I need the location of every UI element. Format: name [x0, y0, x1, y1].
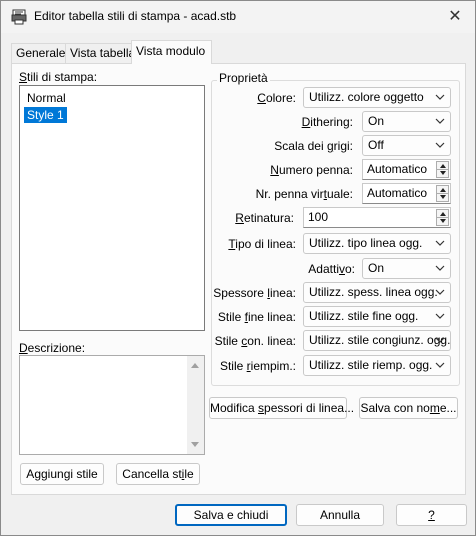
scroll-down-arrow-icon[interactable]	[191, 442, 199, 447]
lineweight-label: Spessore linea:	[213, 286, 296, 300]
properties-group-title: Proprietà	[217, 71, 270, 85]
tab-vista-modulo[interactable]: Vista modulo	[131, 40, 212, 64]
help-button[interactable]: ?	[396, 504, 467, 526]
chevron-down-icon	[435, 240, 445, 246]
color-dropdown[interactable]: Utilizz. colore oggetto	[303, 87, 451, 108]
pen-number-value: Automatico	[367, 162, 428, 176]
scroll-up-arrow-icon[interactable]	[191, 363, 199, 368]
screening-value: 100	[308, 210, 329, 224]
spin-up-icon[interactable]	[440, 164, 446, 168]
line-join-dropdown[interactable]: Utilizz. stile congiunz. ogg.	[303, 330, 451, 351]
tab-generale[interactable]: Generale	[11, 43, 66, 63]
chevron-down-icon	[435, 265, 445, 271]
linetype-label: Tipo di linea:	[228, 237, 296, 251]
spin-down-icon[interactable]	[440, 171, 446, 175]
adaptive-value: On	[368, 261, 385, 275]
spin-buttons[interactable]	[436, 161, 449, 178]
color-value: Utilizz. colore oggetto	[309, 90, 424, 104]
plot-styles-list[interactable]: Normal Style 1	[19, 85, 205, 331]
lineweight-value: Utilizz. spess. linea ogg.	[309, 285, 438, 299]
chevron-down-icon	[435, 118, 445, 124]
spin-buttons[interactable]	[436, 185, 449, 202]
fill-style-label: Stile riempim.:	[219, 359, 296, 373]
chevron-down-icon	[435, 362, 445, 368]
grayscale-value: Off	[368, 138, 384, 152]
save-and-close-button[interactable]: Salva e chiudi	[175, 504, 287, 526]
lineweight-dropdown[interactable]: Utilizz. spess. linea ogg.	[303, 282, 451, 303]
line-end-value: Utilizz. stile fine ogg.	[309, 309, 419, 323]
edit-lineweights-button[interactable]: Modifica spessori di linea...	[209, 397, 354, 419]
plot-styles-label: Stili di stampa:	[19, 70, 98, 84]
plot-style-table-editor-window: Editor tabella stili di stampa - acad.st…	[0, 0, 476, 536]
virtual-pen-value: Automatico	[367, 186, 428, 200]
chevron-down-icon	[435, 94, 445, 100]
spin-buttons[interactable]	[436, 209, 449, 226]
grayscale-label: Scala dei grigi:	[274, 139, 353, 153]
virtual-pen-label: Nr. penna virtuale:	[255, 187, 353, 201]
tab-vista-tabella[interactable]: Vista tabella	[65, 43, 135, 63]
fill-style-dropdown[interactable]: Utilizz. stile riemp. ogg.	[303, 355, 451, 376]
chevron-down-icon	[435, 142, 445, 148]
virtual-pen-spinner[interactable]: Automatico	[362, 183, 451, 204]
dithering-dropdown[interactable]: On	[362, 111, 451, 132]
add-style-button[interactable]: Aggiungi stile	[20, 463, 104, 485]
pen-number-spinner[interactable]: Automatico	[362, 159, 451, 180]
delete-style-button[interactable]: Cancella stile	[116, 463, 200, 485]
save-as-button[interactable]: Salva con nome...	[359, 397, 458, 419]
fill-style-value: Utilizz. stile riemp. ogg.	[309, 358, 433, 372]
description-textarea[interactable]	[19, 355, 205, 455]
description-label: Descrizione:	[19, 341, 86, 355]
chevron-down-icon	[435, 289, 445, 295]
line-end-dropdown[interactable]: Utilizz. stile fine ogg.	[303, 306, 451, 327]
adaptive-label: Adattivo:	[308, 262, 355, 276]
grayscale-dropdown[interactable]: Off	[362, 135, 451, 156]
plot-style-app-icon	[11, 9, 27, 25]
adaptive-dropdown[interactable]: On	[362, 258, 451, 279]
window-title: Editor tabella stili di stampa - acad.st…	[34, 9, 237, 23]
list-item-style-1[interactable]: Style 1	[24, 107, 67, 123]
dithering-label: Dithering:	[301, 115, 353, 129]
cancel-button[interactable]: Annulla	[296, 504, 384, 526]
chevron-down-icon	[435, 313, 445, 319]
close-icon[interactable]: ✕	[445, 7, 465, 27]
screening-label: Retinatura:	[235, 211, 294, 225]
linetype-dropdown[interactable]: Utilizz. tipo linea ogg.	[303, 233, 451, 254]
title-bar: Editor tabella stili di stampa - acad.st…	[1, 1, 475, 33]
description-scrollbar[interactable]	[187, 356, 204, 454]
color-label: Colore:	[257, 91, 296, 105]
line-end-label: Stile fine linea:	[217, 310, 296, 324]
line-join-value: Utilizz. stile congiunz. ogg.	[309, 333, 451, 347]
spin-up-icon[interactable]	[440, 188, 446, 192]
dithering-value: On	[368, 114, 385, 128]
spin-up-icon[interactable]	[440, 212, 446, 216]
list-item-normal[interactable]: Normal	[24, 90, 69, 106]
spin-down-icon[interactable]	[440, 219, 446, 223]
pen-number-label: Numero penna:	[270, 163, 353, 177]
spin-down-icon[interactable]	[440, 195, 446, 199]
screening-spinner[interactable]: 100	[303, 207, 451, 228]
line-join-label: Stile con. linea:	[214, 334, 296, 348]
linetype-value: Utilizz. tipo linea ogg.	[309, 236, 423, 250]
chevron-down-icon	[435, 337, 445, 343]
